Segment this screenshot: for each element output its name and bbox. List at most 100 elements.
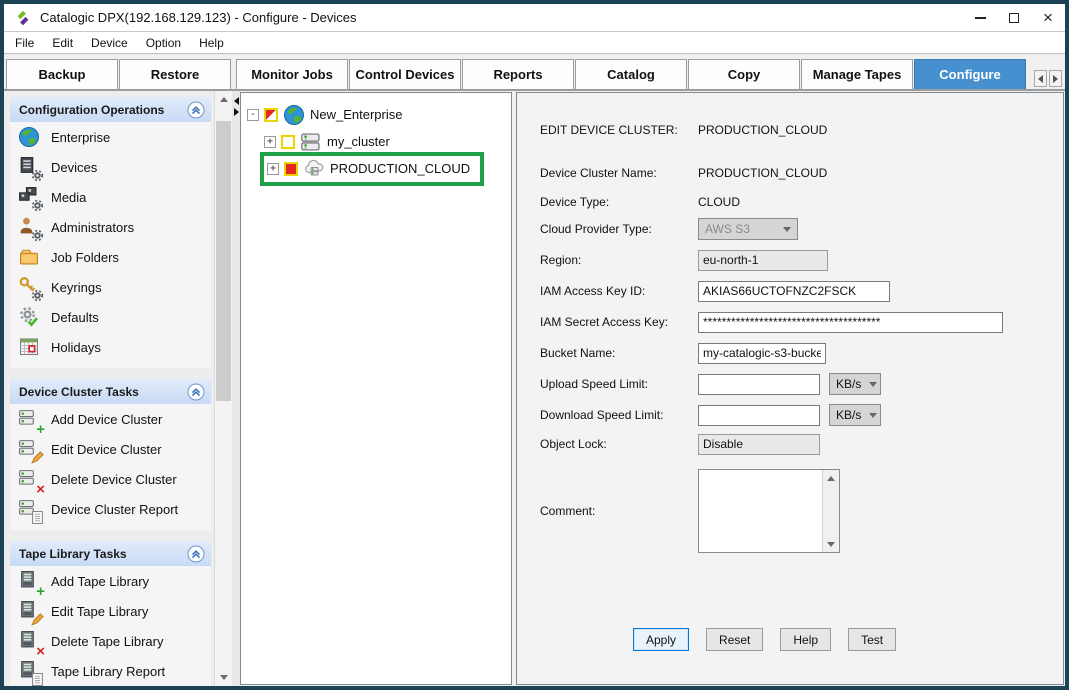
splitter-collapse-handle[interactable] — [232, 95, 240, 117]
sidebar-item-label: Add Device Cluster — [51, 412, 162, 427]
iam-access-key-id-input[interactable] — [698, 281, 890, 302]
section-header-configuration-operations[interactable]: Configuration Operations — [10, 97, 211, 122]
collapse-section-icon[interactable] — [187, 101, 205, 119]
sidebar-item-edit-tape-library[interactable]: Edit Tape Library — [10, 596, 211, 626]
menu-option[interactable]: Option — [137, 32, 190, 53]
maximize-button[interactable] — [997, 4, 1031, 31]
sidebar-item-keyrings[interactable]: Keyrings — [10, 272, 211, 302]
tab-backup[interactable]: Backup — [6, 59, 118, 89]
collapse-section-icon[interactable] — [187, 383, 205, 401]
sidebar-item-label: Add Tape Library — [51, 574, 149, 589]
comment-textarea[interactable] — [698, 469, 840, 553]
upload-speed-limit-input[interactable] — [698, 374, 820, 395]
tab-scroll-left-button[interactable] — [1034, 70, 1047, 87]
scrollbar-thumb[interactable] — [216, 121, 231, 401]
tab-catalog[interactable]: Catalog — [575, 59, 687, 89]
sidebar-item-label: Edit Device Cluster — [51, 442, 162, 457]
window-controls: × — [963, 4, 1065, 31]
defaults-icon — [18, 306, 41, 329]
section-title: Tape Library Tasks — [19, 547, 127, 561]
sidebar-splitter[interactable] — [232, 91, 240, 686]
minimize-button[interactable] — [963, 4, 997, 31]
sidebar-scrollbar[interactable] — [214, 91, 232, 686]
tree-node-label[interactable]: New_Enterprise — [310, 107, 403, 122]
tree-node-new-enterprise[interactable]: - New_Enterprise — [247, 101, 507, 128]
cloud-provider-type-value: AWS S3 — [705, 222, 750, 236]
tab-control-devices[interactable]: Control Devices — [349, 59, 461, 89]
menu-device[interactable]: Device — [82, 32, 137, 53]
sidebar-item-enterprise[interactable]: Enterprise — [10, 122, 211, 152]
menu-help[interactable]: Help — [190, 32, 233, 53]
collapse-expander-icon[interactable]: - — [247, 109, 259, 121]
sidebar-item-delete-tape-library[interactable]: × Delete Tape Library — [10, 626, 211, 656]
tree-node-label[interactable]: PRODUCTION_CLOUD — [330, 161, 470, 176]
tab-reports[interactable]: Reports — [462, 59, 574, 89]
sidebar-item-devices[interactable]: Devices — [10, 152, 211, 182]
sidebar-item-tape-library-report[interactable]: Tape Library Report — [10, 656, 211, 686]
reset-button[interactable]: Reset — [706, 628, 763, 651]
help-button[interactable]: Help — [780, 628, 831, 651]
close-button[interactable]: × — [1031, 4, 1065, 31]
download-speed-unit-select[interactable]: KB/s — [829, 404, 881, 426]
sidebar-item-media[interactable]: Media — [10, 182, 211, 212]
tree-checkbox-partial[interactable] — [264, 108, 278, 122]
upload-speed-unit-select[interactable]: KB/s — [829, 373, 881, 395]
section-header-device-cluster-tasks[interactable]: Device Cluster Tasks — [10, 379, 211, 404]
sidebar-item-label: Holidays — [51, 340, 101, 355]
test-button[interactable]: Test — [848, 628, 896, 651]
section-configuration-operations: Configuration Operations Enterprise Devi… — [10, 97, 211, 368]
region-input[interactable] — [698, 250, 828, 271]
sidebar-item-defaults[interactable]: Defaults — [10, 302, 211, 332]
tab-monitor-jobs[interactable]: Monitor Jobs — [236, 59, 348, 89]
sidebar-item-add-device-cluster[interactable]: + Add Device Cluster — [10, 404, 211, 434]
tree-node-production-cloud[interactable]: + PRODUCTION_CLOUD — [264, 155, 507, 182]
main-area: Configuration Operations Enterprise Devi… — [4, 91, 1065, 686]
download-speed-limit-input[interactable] — [698, 405, 820, 426]
sidebar-item-holidays[interactable]: Holidays — [10, 332, 211, 362]
sidebar-item-device-cluster-report[interactable]: Device Cluster Report — [10, 494, 211, 524]
menu-file[interactable]: File — [6, 32, 43, 53]
iam-access-key-id-label: IAM Access Key ID: — [540, 284, 698, 298]
keyrings-icon — [18, 276, 41, 299]
tab-scroll-right-button[interactable] — [1049, 70, 1062, 87]
scroll-down-button[interactable] — [215, 669, 232, 686]
sidebar-item-job-folders[interactable]: Job Folders — [10, 242, 211, 272]
scroll-down-button[interactable] — [823, 536, 839, 552]
expand-expander-icon[interactable]: + — [267, 163, 279, 175]
arrow-down-icon — [220, 675, 228, 680]
expand-expander-icon[interactable]: + — [264, 136, 276, 148]
collapse-left-icon — [234, 97, 239, 105]
sidebar-item-edit-device-cluster[interactable]: Edit Device Cluster — [10, 434, 211, 464]
delete-tape-library-icon: × — [18, 630, 41, 653]
object-lock-input[interactable] — [698, 434, 820, 455]
sidebar-item-label: Tape Library Report — [51, 664, 165, 679]
collapse-section-icon[interactable] — [187, 545, 205, 563]
menu-edit[interactable]: Edit — [43, 32, 82, 53]
sidebar-item-delete-device-cluster[interactable]: × Delete Device Cluster — [10, 464, 211, 494]
catalogic-logo-icon — [14, 9, 32, 27]
tab-configure[interactable]: Configure — [914, 59, 1026, 89]
arrow-up-icon — [220, 97, 228, 102]
tab-manage-tapes[interactable]: Manage Tapes — [801, 59, 913, 89]
iam-secret-access-key-input[interactable] — [698, 312, 1003, 333]
tab-copy[interactable]: Copy — [688, 59, 800, 89]
scroll-up-button[interactable] — [215, 91, 232, 108]
tab-restore[interactable]: Restore — [119, 59, 231, 89]
section-header-tape-library-tasks[interactable]: Tape Library Tasks — [10, 541, 211, 566]
scroll-up-button[interactable] — [823, 470, 839, 486]
tree-node-label[interactable]: my_cluster — [327, 134, 390, 149]
enterprise-globe-icon — [18, 126, 41, 149]
comment-scrollbar[interactable] — [822, 470, 839, 552]
scroll-left-icon — [1038, 75, 1043, 83]
device-type-label: Device Type: — [540, 195, 698, 209]
administrators-icon — [18, 216, 41, 239]
tree-checkbox-unchecked[interactable] — [281, 135, 295, 149]
bucket-name-input[interactable] — [698, 343, 826, 364]
sidebar-item-administrators[interactable]: Administrators — [10, 212, 211, 242]
edit-device-cluster-icon — [18, 438, 41, 461]
tree-checkbox-checked[interactable] — [284, 162, 298, 176]
apply-button[interactable]: Apply — [633, 628, 689, 651]
edit-device-cluster-panel: EDIT DEVICE CLUSTER: PRODUCTION_CLOUD De… — [516, 92, 1064, 685]
sidebar-item-add-tape-library[interactable]: + Add Tape Library — [10, 566, 211, 596]
app-window: Catalogic DPX(192.168.129.123) - Configu… — [0, 0, 1069, 690]
